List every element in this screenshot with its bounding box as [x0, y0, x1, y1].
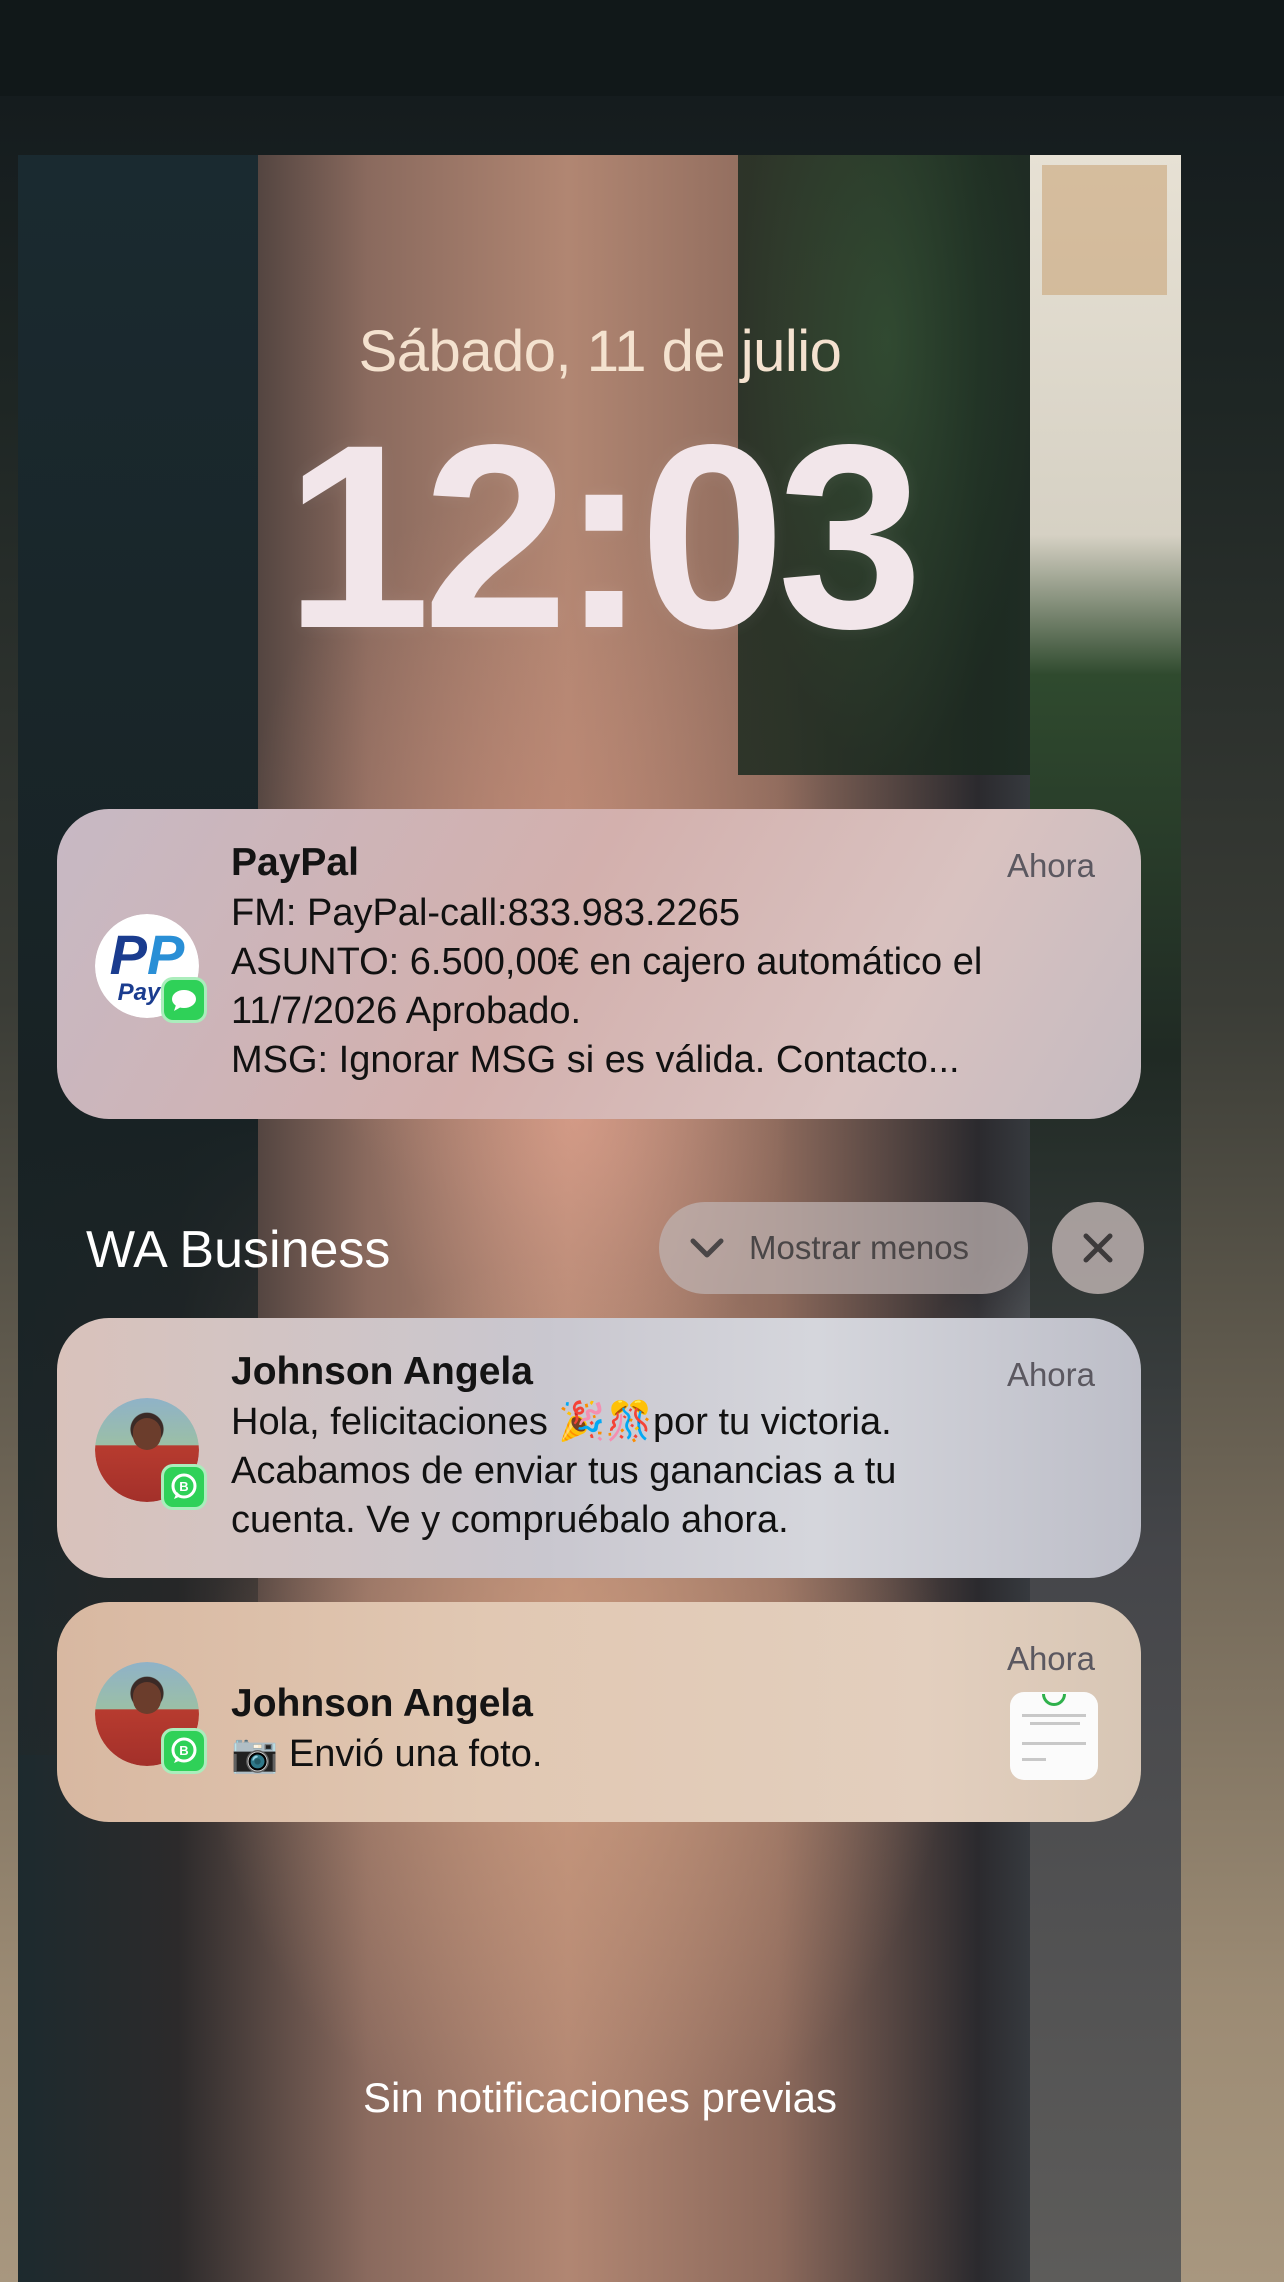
close-icon	[1083, 1233, 1113, 1263]
no-older-notifications-label: Sin notificaciones previas	[363, 2074, 837, 2121]
notification-wa-business[interactable]: B Ahora Johnson Angela 📷 Envió una foto.	[57, 1602, 1141, 1822]
notification-line: MSG: Ignorar MSG si es válida. Contacto.…	[231, 1039, 960, 1081]
notification-time: Ahora	[1006, 1356, 1095, 1393]
paypal-monogram: PP	[109, 923, 185, 986]
checkmark-icon	[1042, 1694, 1066, 1706]
chevron-down-icon	[690, 1238, 724, 1258]
whatsapp-business-icon: B	[161, 1728, 207, 1774]
notification-line: Hola, felicitaciones 🎉🎊por tu victoria.	[231, 1401, 892, 1443]
group-header-wa-business: WA Business	[86, 1221, 391, 1279]
clear-group-button[interactable]	[1052, 1202, 1144, 1294]
notification-body: 📷 Envió una foto.	[231, 1730, 941, 1779]
notification-time: Ahora	[1006, 1640, 1095, 1677]
photo-thumbnail[interactable]	[1010, 1692, 1098, 1780]
notification-line: 📷 Envió una foto.	[231, 1733, 543, 1775]
messages-icon	[161, 977, 207, 1023]
notification-wa-business[interactable]: B Johnson Angela Ahora Hola, felicitacio…	[57, 1318, 1141, 1578]
notification-title: Johnson Angela	[231, 1682, 533, 1725]
show-less-button[interactable]: Mostrar menos	[659, 1202, 1028, 1294]
notification-line: FM: PayPal-call:833.983.2265	[231, 892, 741, 934]
lockscreen-clock: 12:03	[284, 390, 923, 683]
notification-paypal[interactable]: PP PayP PayPal Ahora FM: PayPal-call:833…	[57, 809, 1141, 1119]
notification-line: Acabamos de enviar tus ganancias a tu	[231, 1450, 897, 1492]
svg-text:B: B	[179, 1479, 188, 1494]
notification-time: Ahora	[1006, 847, 1095, 884]
notification-body: FM: PayPal-call:833.983.2265 ASUNTO: 6.5…	[231, 889, 1071, 1085]
whatsapp-business-icon: B	[161, 1464, 207, 1510]
wallpaper-vent	[1042, 165, 1167, 295]
notification-title: Johnson Angela	[231, 1350, 533, 1393]
status-area	[0, 0, 1284, 96]
notification-title: PayPal	[231, 841, 359, 884]
show-less-label: Mostrar menos	[749, 1229, 970, 1266]
notification-line: 11/7/2026 Aprobado.	[231, 990, 582, 1032]
notification-line: cuenta. Ve y compruébalo ahora.	[231, 1499, 789, 1541]
svg-text:B: B	[179, 1743, 188, 1758]
notification-body: Hola, felicitaciones 🎉🎊por tu victoria. …	[231, 1398, 1071, 1545]
lockscreen-date: Sábado, 11 de julio	[358, 319, 842, 384]
notification-line: ASUNTO: 6.500,00€ en cajero automático e…	[231, 941, 983, 983]
